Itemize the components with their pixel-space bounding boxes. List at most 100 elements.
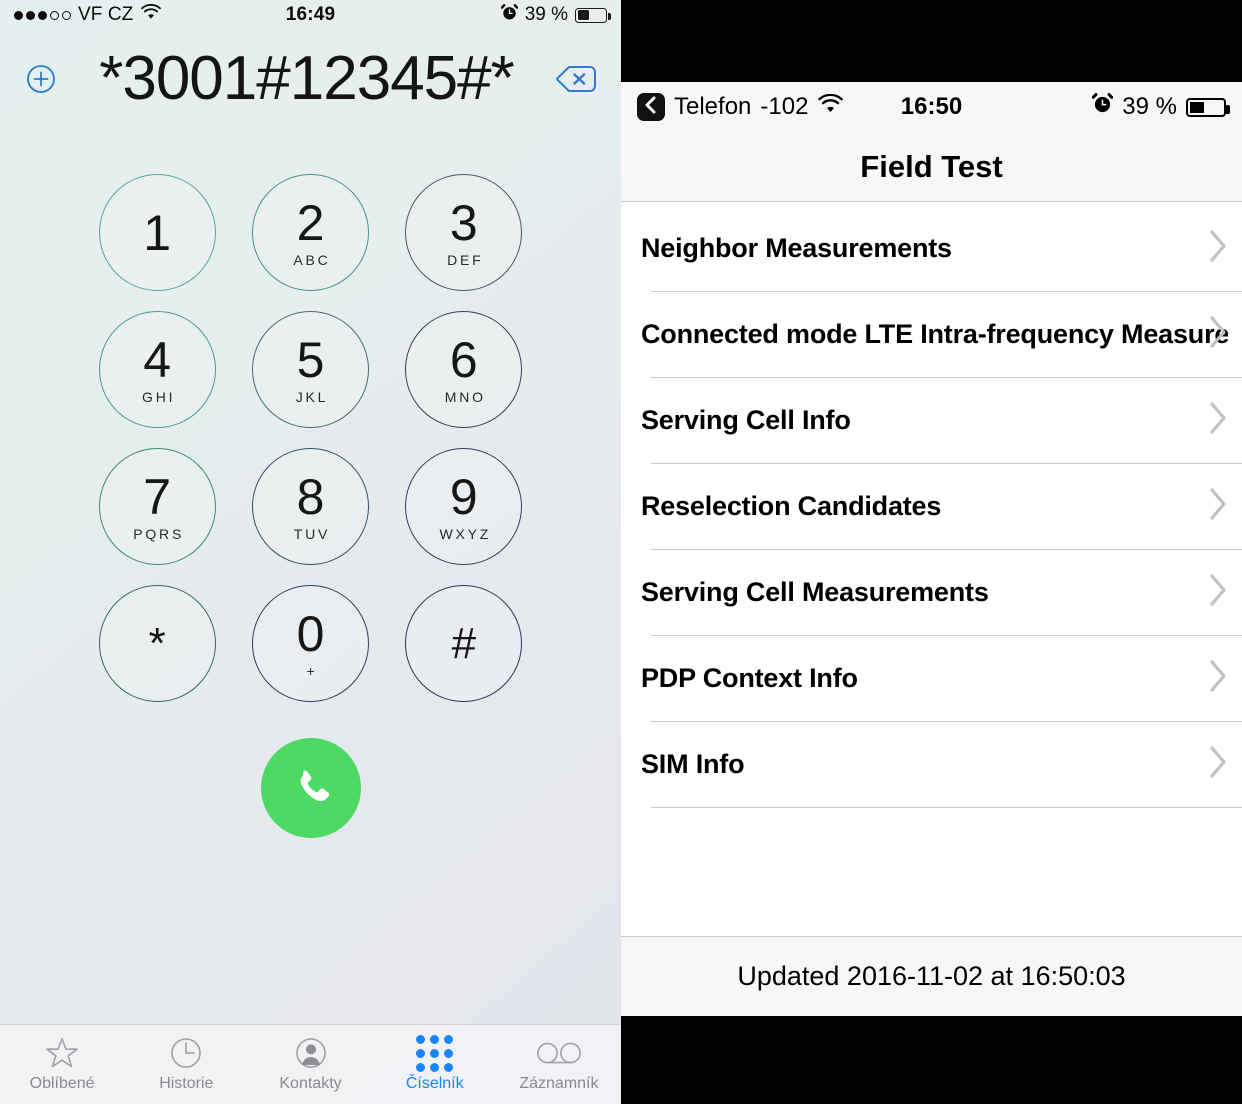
dialpad-key-letters: MNO [444,388,486,405]
tab-recents[interactable]: Historie [124,1025,248,1104]
field-test-status-bar: Telefon -102 16:50 39 % [621,82,1242,132]
tab-label: Historie [159,1075,214,1092]
tab-contacts[interactable]: Kontakty [248,1025,372,1104]
dialpad-key-digit: 8 [296,468,325,525]
alarm-icon [500,3,518,27]
chevron-right-icon [1208,401,1228,440]
list-item[interactable]: SIM Info [621,722,1242,807]
plus-circle-icon[interactable] [22,63,60,95]
dialpad-key-1[interactable]: 1 [98,174,216,291]
dialpad-key-digit: 7 [143,468,172,525]
list-item-label: Neighbor Measurements [641,233,952,263]
battery-percent-label: 39 % [1122,93,1177,120]
list-item[interactable]: Serving Cell Info [621,378,1242,463]
list-item-label: Serving Cell Info [641,405,851,435]
dialpad-key-hash[interactable]: # [405,585,523,702]
tab-label: Oblíbené [29,1075,95,1092]
backspace-icon[interactable] [553,63,599,95]
dialpad-key-digit: 9 [449,468,478,525]
dialpad-key-5[interactable]: 5 JKL [251,311,369,428]
dialpad-key-letters: WXYZ [439,525,492,542]
dialpad: 1 2 ABC 3 DEF 4 GHI 5 JKL 6 MNO 7 PQRS 8… [81,174,541,702]
dialpad-key-2[interactable]: 2 ABC [251,174,369,291]
tab-voicemail[interactable]: Záznamník [497,1025,621,1104]
dialpad-key-digit: 0 [296,605,325,662]
dialpad-key-letters: DEF [447,251,484,268]
signal-strength-icon [14,10,71,20]
back-button[interactable] [637,93,665,121]
wifi-icon [140,4,162,26]
list-item[interactable]: Serving Cell Measurements [621,550,1242,635]
dialpad-key-digit: 1 [143,204,172,261]
dialer-status-bar: VF CZ 16:49 39 % [0,0,621,30]
field-test-list: Neighbor Measurements Connected mode LTE… [621,202,1242,936]
dialpad-key-letters: TUV [293,525,331,542]
call-button-row [0,738,621,838]
battery-icon [575,7,611,23]
dialpad-key-6[interactable]: 6 MNO [405,311,523,428]
dialpad-key-digit: * [148,618,166,668]
dialpad-key-letters: GHI [142,388,176,405]
voicemail-icon [536,1036,582,1070]
status-bar-right: 39 % [1092,93,1230,121]
chevron-left-icon [643,93,659,121]
chevron-right-icon [1208,745,1228,784]
dialpad-key-0[interactable]: 0 + [251,585,369,702]
dialpad-key-digit: 4 [143,331,172,388]
star-icon [45,1036,79,1070]
list-item[interactable]: Neighbor Measurements [621,206,1242,291]
wifi-icon [817,93,844,121]
dialpad-key-9[interactable]: 9 WXYZ [405,448,523,565]
phone-handset-icon [287,762,335,815]
call-button[interactable] [260,738,361,838]
carrier-label: VF CZ [78,4,134,25]
tab-favorites[interactable]: Oblíbené [0,1025,124,1104]
tab-label: Záznamník [519,1075,599,1092]
dialed-number: *3001#12345#* [99,48,515,110]
list-item-label: PDP Context Info [641,663,858,693]
list-item-label: Serving Cell Measurements [641,577,989,607]
list-item-label: Connected mode LTE Intra-frequency Measu… [641,319,1228,349]
status-bar-right: 39 % [500,3,611,27]
back-label[interactable]: Telefon [674,93,751,121]
dialpad-key-digit: 5 [296,331,325,388]
chevron-right-icon [1208,659,1228,698]
chevron-right-icon [1208,315,1228,354]
status-bar-left: VF CZ [14,4,162,26]
dialpad-key-3[interactable]: 3 DEF [405,174,523,291]
field-test-screen: Telefon -102 16:50 39 % Field Test Neigh… [621,0,1242,1104]
dialpad-key-digit: 3 [449,194,478,251]
page-title: Field Test [860,148,1003,184]
list-item[interactable]: Connected mode LTE Intra-frequency Measu… [621,292,1242,377]
battery-icon [1186,97,1230,117]
list-item[interactable]: Reselection Candidates [621,464,1242,549]
dialpad-key-star[interactable]: * [98,585,216,702]
dialpad-key-digit: 6 [449,331,478,388]
dialpad-key-letters: PQRS [133,525,185,542]
tab-label: Číselník [405,1075,464,1092]
signal-dbm-label: -102 [760,93,809,120]
top-black-bar [621,0,1242,82]
dialpad-key-8[interactable]: 8 TUV [251,448,369,565]
dialpad-key-digit: # [451,618,477,668]
field-test-body: Telefon -102 16:50 39 % Field Test Neigh… [621,82,1242,1016]
dialpad-key-digit: 2 [296,194,325,251]
tab-label: Kontakty [279,1075,342,1092]
dialpad-key-letters: ABC [293,251,331,268]
screenshot-root: VF CZ 16:49 39 % *3001#12345#* 1 2 ABC 3… [0,0,1242,1104]
keypad-icon [416,1034,454,1072]
dial-display-row: *3001#12345#* [0,36,621,122]
updated-timestamp: Updated 2016-11-02 at 16:50:03 [737,961,1126,991]
bottom-black-bar [621,1016,1242,1104]
chevron-right-icon [1208,573,1228,612]
tab-keypad[interactable]: Číselník [373,1025,497,1104]
phone-dialer-screen: VF CZ 16:49 39 % *3001#12345#* 1 2 ABC 3… [0,0,621,1104]
dialpad-key-4[interactable]: 4 GHI [98,311,216,428]
dialpad-key-letters: JKL [295,388,329,405]
list-item[interactable]: PDP Context Info [621,636,1242,721]
list-bottom-spacer [621,808,1242,878]
list-item-label: SIM Info [641,749,745,779]
dialpad-key-7[interactable]: 7 PQRS [98,448,216,565]
chevron-right-icon [1208,487,1228,526]
person-icon [294,1036,328,1070]
